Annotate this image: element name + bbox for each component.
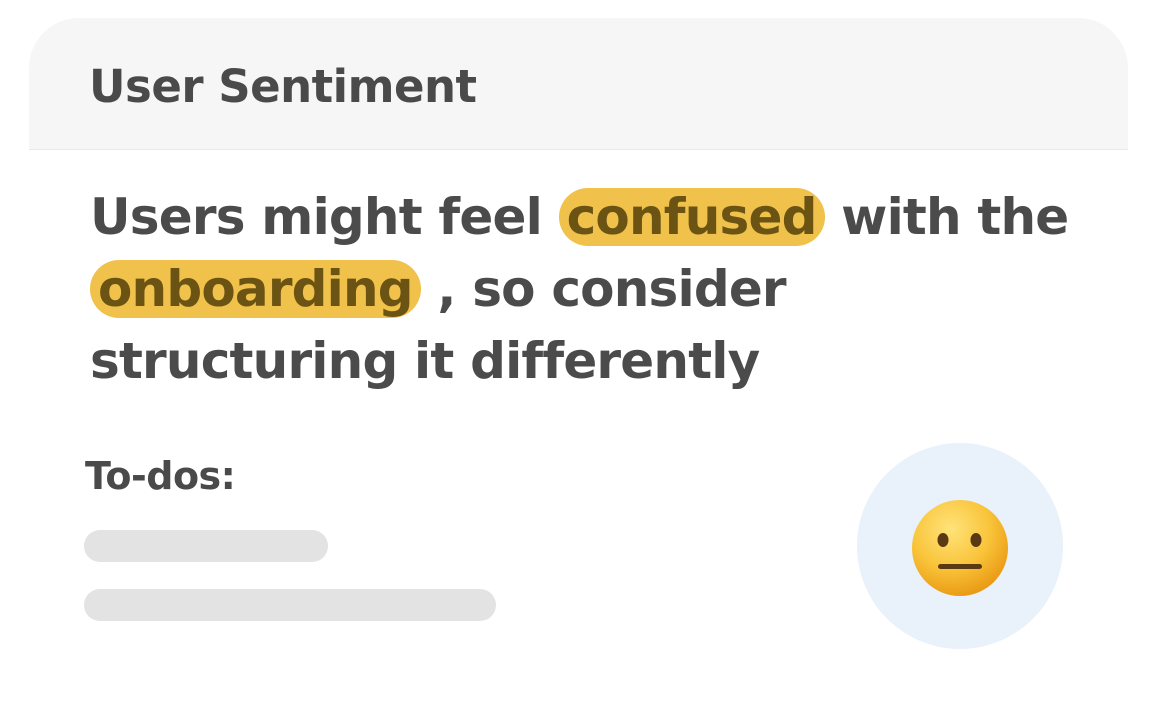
- neutral-face-icon: [912, 500, 1008, 596]
- todo-placeholder-bar: [84, 589, 496, 621]
- emoji-badge: [857, 443, 1063, 649]
- todo-placeholder-bar: [84, 530, 328, 562]
- card-header: User Sentiment: [29, 18, 1128, 150]
- highlighted-word-confused: confused: [558, 188, 825, 246]
- highlighted-word-onboarding: onboarding: [90, 260, 421, 318]
- sentiment-text-part: Users might feel: [90, 188, 543, 246]
- card-title: User Sentiment: [89, 60, 477, 113]
- todos-label: To-dos:: [85, 454, 236, 498]
- sentiment-card: User Sentiment Users might feel confused…: [29, 18, 1128, 715]
- sentiment-text-part: with the: [841, 188, 1069, 246]
- sentiment-message: Users might feel confused with the onboa…: [90, 181, 1100, 397]
